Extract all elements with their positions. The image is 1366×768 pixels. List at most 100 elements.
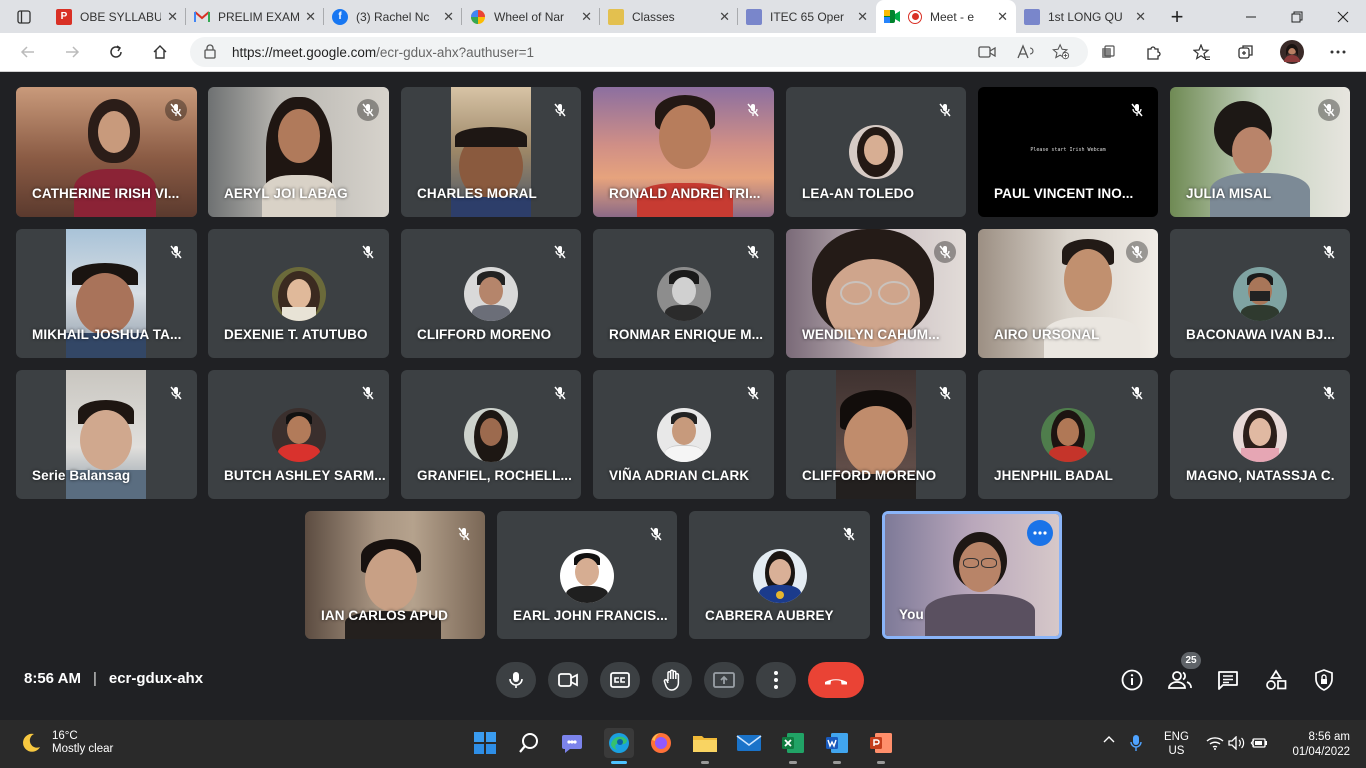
participant-tile[interactable]: IAN CARLOS APUD (305, 511, 485, 639)
participant-tile[interactable]: JHENPHIL BADAL (978, 370, 1158, 499)
minimize-button[interactable] (1228, 0, 1274, 33)
leave-call-button[interactable] (808, 662, 864, 698)
activities-icon[interactable] (1262, 666, 1290, 694)
close-tab-icon[interactable]: ✕ (167, 9, 178, 25)
close-tab-icon[interactable]: ✕ (857, 9, 868, 25)
battery-icon[interactable] (1250, 736, 1268, 753)
participant-tile[interactable]: CHARLES MORAL (401, 87, 581, 217)
language-indicator[interactable]: ENG US (1164, 730, 1189, 758)
participant-tile[interactable]: VIÑA ADRIAN CLARK (593, 370, 774, 499)
weather-widget[interactable]: 16°C Mostly clear (20, 730, 113, 755)
muted-mic-icon (645, 523, 667, 545)
browser-tab[interactable]: 1st LONG QU ✕ (1016, 0, 1154, 33)
present-screen-button[interactable] (704, 662, 744, 698)
participant-tile[interactable]: AIRO URSONAL (978, 229, 1158, 358)
participant-tile[interactable]: Please start Irish Webcam PAUL VINCENT I… (978, 87, 1158, 217)
close-tab-icon[interactable]: ✕ (1135, 9, 1146, 25)
more-options-button[interactable] (756, 662, 796, 698)
close-tab-icon[interactable]: ✕ (997, 9, 1008, 25)
favorites-icon[interactable] (1188, 38, 1216, 66)
search-icon[interactable] (516, 730, 542, 756)
add-favorite-icon[interactable] (1052, 43, 1070, 61)
participant-name: CATHERINE IRISH VI... (32, 186, 180, 201)
participant-tile[interactable]: MAGNO, NATASSJA C. (1170, 370, 1350, 499)
participant-tile[interactable]: Serie Balansag (16, 370, 197, 499)
participant-tile[interactable]: EARL JOHN FRANCIS... (497, 511, 677, 639)
word-icon[interactable] (824, 730, 850, 756)
start-icon[interactable] (472, 730, 498, 756)
restore-button[interactable] (1274, 0, 1320, 33)
muted-mic-icon (453, 523, 475, 545)
chat-icon[interactable] (1214, 666, 1242, 694)
participant-tile[interactable]: RONALD ANDREI TRI... (593, 87, 774, 217)
extensions-icon[interactable] (1140, 38, 1168, 66)
close-window-button[interactable] (1320, 0, 1366, 33)
participant-tile[interactable]: MIKHAIL JOSHUA TA... (16, 229, 197, 358)
host-controls-icon[interactable] (1310, 666, 1338, 694)
browser-tab-active[interactable]: Meet - e ✕ (876, 0, 1016, 33)
participant-tile[interactable]: GRANFIEL, ROCHELL... (401, 370, 581, 499)
browser-tab[interactable]: Classes ✕ (600, 0, 738, 33)
participant-tile[interactable]: WENDILYN CAHUM... (786, 229, 966, 358)
microphone-icon (509, 672, 523, 688)
volume-icon[interactable] (1228, 735, 1246, 753)
edge-icon[interactable] (604, 728, 634, 758)
captions-button[interactable] (600, 662, 640, 698)
participant-tile[interactable]: LEA-AN TOLEDO (786, 87, 966, 217)
address-bar[interactable]: https://meet.google.com/ecr-gdux-ahx?aut… (190, 37, 1088, 67)
microphone-tray-icon[interactable] (1130, 734, 1142, 755)
home-button[interactable] (146, 38, 174, 66)
participant-tile[interactable]: DEXENIE T. ATUTUBO (208, 229, 389, 358)
tab-actions-icon[interactable] (2, 0, 46, 33)
url-text[interactable]: https://meet.google.com/ecr-gdux-ahx?aut… (232, 45, 534, 60)
participant-tile[interactable]: CLIFFORD MORENO (401, 229, 581, 358)
self-view-tile[interactable]: You (882, 511, 1062, 639)
more-options-icon[interactable] (1027, 520, 1053, 546)
teams-chat-icon[interactable] (560, 730, 586, 756)
clock[interactable]: 8:56 am 01/04/2022 (1280, 730, 1350, 760)
excel-icon[interactable] (780, 730, 806, 756)
camera-in-use-icon[interactable] (978, 43, 996, 61)
browser-tab[interactable]: f (3) Rachel Nc ✕ (324, 0, 462, 33)
firefox-icon[interactable] (648, 730, 674, 756)
wifi-icon[interactable] (1206, 736, 1224, 753)
forward-button[interactable] (58, 38, 86, 66)
back-button[interactable] (14, 38, 42, 66)
participant-tile[interactable]: CATHERINE IRISH VI... (16, 87, 197, 217)
participant-tile[interactable]: BACONAWA IVAN BJ... (1170, 229, 1350, 358)
raise-hand-button[interactable] (652, 662, 692, 698)
close-tab-icon[interactable]: ✕ (719, 9, 730, 25)
file-explorer-icon[interactable] (692, 730, 718, 756)
avatar (656, 267, 711, 321)
collections-icon[interactable] (1232, 38, 1260, 66)
participant-tile[interactable]: CABRERA AUBREY (689, 511, 870, 639)
close-tab-icon[interactable]: ✕ (443, 9, 454, 25)
meeting-details-icon[interactable] (1118, 666, 1146, 694)
participant-tile[interactable]: AERYL JOI LABAG (208, 87, 389, 217)
lock-icon[interactable] (204, 44, 216, 64)
read-aloud-icon[interactable] (1016, 43, 1034, 61)
camera-button[interactable] (548, 662, 588, 698)
browser-tab[interactable]: ITEC 65 Oper ✕ (738, 0, 876, 33)
powerpoint-icon[interactable] (868, 730, 894, 756)
participant-tile[interactable]: BUTCH ASHLEY SARM... (208, 370, 389, 499)
chevron-up-icon[interactable] (1102, 734, 1116, 747)
microphone-button[interactable] (496, 662, 536, 698)
settings-menu-icon[interactable] (1324, 38, 1352, 66)
participant-name: JULIA MISAL (1186, 186, 1272, 201)
people-icon[interactable] (1166, 666, 1194, 694)
browser-tab[interactable]: Wheel of Nar ✕ (462, 0, 600, 33)
participant-tile[interactable]: RONMAR ENRIQUE M... (593, 229, 774, 358)
collections-extension-icon[interactable] (1094, 38, 1122, 66)
profile-avatar[interactable] (1278, 38, 1306, 66)
close-tab-icon[interactable]: ✕ (305, 9, 316, 25)
browser-tab[interactable]: P OBE SYLLABU ✕ (48, 0, 186, 33)
mail-icon[interactable] (736, 730, 762, 756)
refresh-button[interactable] (102, 38, 130, 66)
participant-tile[interactable]: JULIA MISAL (1170, 87, 1350, 217)
browser-tab[interactable]: PRELIM EXAM ✕ (186, 0, 324, 33)
participant-tile[interactable]: CLIFFORD MORENO (786, 370, 966, 499)
close-tab-icon[interactable]: ✕ (581, 9, 592, 25)
avatar (752, 549, 807, 603)
new-tab-button[interactable]: + (1154, 0, 1200, 33)
